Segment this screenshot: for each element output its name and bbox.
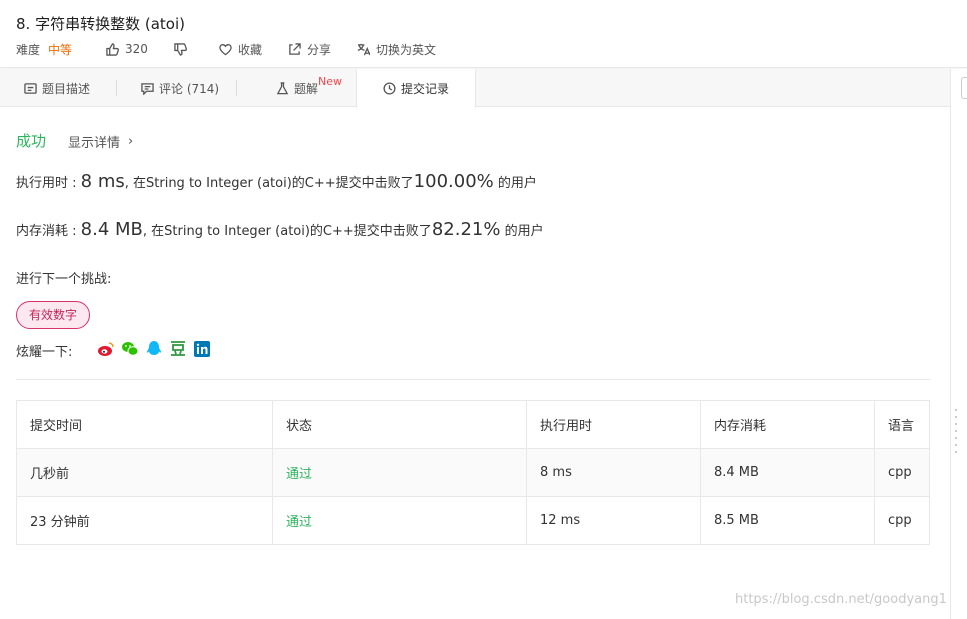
cell-status-link[interactable]: 通过	[272, 496, 527, 545]
linkedin-icon[interactable]	[193, 340, 211, 358]
difficulty-label: 难度	[16, 42, 41, 57]
chevron-right-icon: ›	[128, 134, 134, 149]
tab-description[interactable]: 题目描述	[24, 69, 90, 107]
next-challenge-label: 进行下一个挑战:	[16, 272, 112, 287]
runtime-prefix: 执行用时 :	[16, 176, 81, 191]
col-memory: 内存消耗	[700, 400, 875, 449]
runtime-percent: 100.00%	[413, 171, 494, 192]
cell-status-link[interactable]: 通过	[272, 448, 527, 497]
tab-description-label: 题目描述	[42, 81, 91, 96]
problem-header: 8. 字符串转换整数 (atoi) 难度 中等 320 收藏 分享 切换为英文	[0, 0, 967, 68]
cell-language: cpp	[874, 496, 930, 545]
cell-runtime: 8 ms	[526, 448, 701, 497]
comment-icon	[141, 82, 154, 95]
tab-submissions[interactable]: 提交记录	[356, 69, 476, 108]
cell-submit-time: 23 分钟前	[16, 496, 273, 545]
switch-language-button[interactable]: 切换为英文	[357, 41, 436, 58]
show-details-link[interactable]: 显示详情 ›	[68, 132, 133, 151]
share-label: 分享	[306, 42, 331, 57]
tab-divider	[116, 80, 117, 96]
thumbs-up-icon	[106, 42, 120, 56]
cell-language: cpp	[874, 448, 930, 497]
tab-bar: 题目描述 评论 (714) 题解 New 提交记录	[0, 69, 950, 108]
document-icon	[24, 82, 37, 94]
table-row[interactable]: 几秒前 通过 8 ms 8.4 MB cpp	[16, 448, 930, 497]
tab-solutions[interactable]: 题解	[276, 69, 318, 107]
result-status: 成功	[16, 132, 47, 150]
favorite-button[interactable]: 收藏	[219, 41, 262, 58]
problem-title: 8. 字符串转换整数 (atoi)	[16, 15, 185, 33]
runtime-line: 执行用时 : 8 ms, 在String to Integer (atoi)的C…	[16, 171, 537, 192]
cell-submit-time: 几秒前	[16, 448, 273, 497]
runtime-mid: , 在String to Integer (atoi)的C++提交中击败了	[124, 176, 414, 191]
like-button[interactable]: 320	[106, 42, 148, 56]
col-runtime: 执行用时	[526, 400, 701, 449]
section-divider	[16, 379, 930, 380]
difficulty-value: 中等	[48, 42, 73, 57]
memory-suffix: 的用户	[500, 224, 544, 239]
col-submit-time: 提交时间	[16, 400, 273, 449]
cell-memory: 8.4 MB	[700, 448, 875, 497]
table-header-row: 提交时间 状态 执行用时 内存消耗 语言	[16, 400, 930, 449]
memory-value: 8.4 MB	[80, 219, 143, 240]
runtime-suffix: 的用户	[493, 176, 537, 191]
wechat-icon[interactable]	[121, 340, 139, 358]
drag-handle[interactable]	[955, 409, 959, 458]
share-button[interactable]: 分享	[288, 41, 331, 58]
col-language: 语言	[874, 400, 930, 449]
new-badge: New	[318, 75, 342, 88]
next-challenge-tag[interactable]: 有效数字	[16, 301, 91, 329]
clock-icon	[383, 82, 396, 95]
share-icon	[289, 42, 301, 55]
heart-icon	[219, 43, 232, 55]
memory-mid: , 在String to Integer (atoi)的C++提交中击败了	[142, 224, 432, 239]
tab-comments[interactable]: 评论 (714)	[141, 69, 219, 107]
tab-divider	[236, 80, 237, 96]
cell-runtime: 12 ms	[526, 496, 701, 545]
cell-memory: 8.5 MB	[700, 496, 875, 545]
douban-icon[interactable]	[169, 340, 187, 358]
share-icons	[97, 340, 217, 358]
tab-submissions-label: 提交记录	[400, 82, 449, 96]
memory-percent: 82.21%	[431, 219, 501, 240]
memory-prefix: 内存消耗 :	[16, 224, 81, 239]
submissions-table: 提交时间 状态 执行用时 内存消耗 语言 几秒前 通过 8 ms 8.4 MB …	[16, 400, 930, 545]
weibo-icon[interactable]	[97, 340, 115, 358]
table-row[interactable]: 23 分钟前 通过 12 ms 8.5 MB cpp	[16, 496, 930, 545]
side-panel-edge	[950, 69, 967, 619]
share-prompt: 炫耀一下:	[16, 345, 73, 360]
problem-meta: 难度 中等 320 收藏 分享 切换为英文	[16, 41, 462, 57]
qq-icon[interactable]	[145, 340, 163, 358]
tab-comments-label: 评论 (714)	[159, 81, 220, 96]
translate-icon	[357, 43, 370, 55]
panel-toggle[interactable]	[961, 77, 967, 99]
favorite-label: 收藏	[237, 42, 262, 57]
dislike-button[interactable]	[174, 42, 193, 56]
col-status: 状态	[272, 400, 527, 449]
memory-line: 内存消耗 : 8.4 MB, 在String to Integer (atoi)…	[16, 219, 544, 240]
tab-solutions-label: 题解	[294, 81, 319, 96]
like-count: 320	[125, 42, 148, 56]
watermark: https://blog.csdn.net/goodyang1	[735, 592, 947, 607]
flask-icon	[276, 81, 289, 94]
thumbs-down-icon	[174, 42, 187, 56]
runtime-value: 8 ms	[80, 171, 125, 192]
switch-language-label: 切换为英文	[375, 42, 436, 57]
show-details-label: 显示详情	[68, 136, 121, 151]
